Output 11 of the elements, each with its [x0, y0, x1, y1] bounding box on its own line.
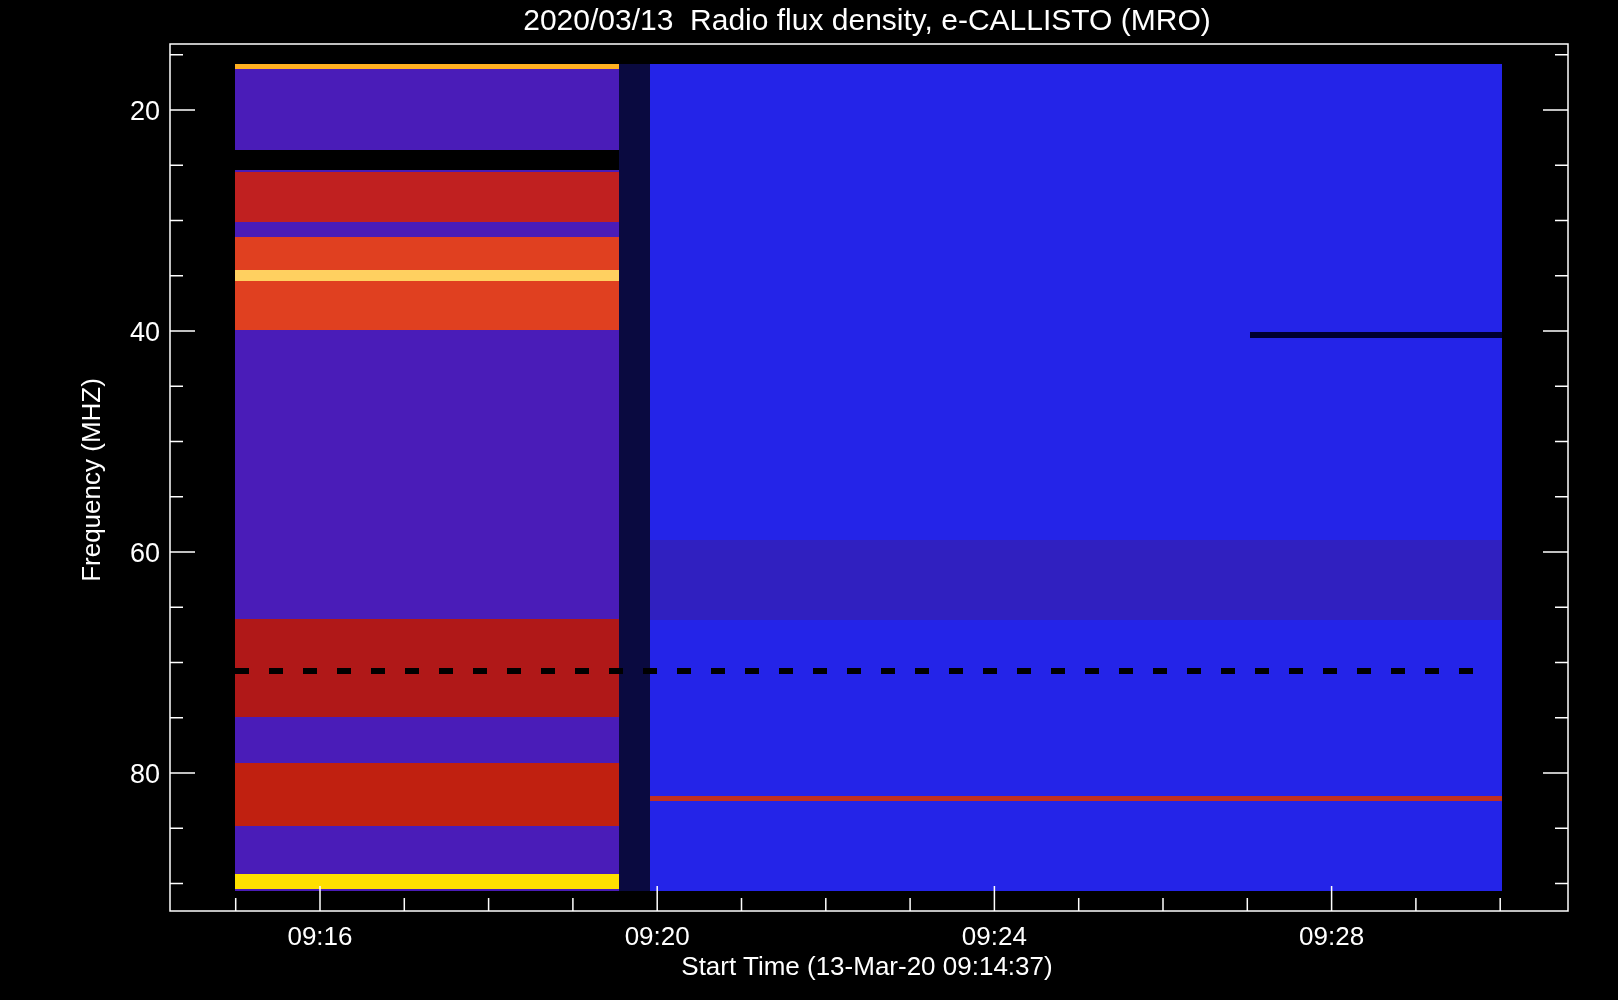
x-tick-label: 09:16 — [287, 921, 353, 951]
y-axis-label: Frequency (MHZ) — [76, 378, 106, 582]
y-tick-label: 20 — [129, 96, 160, 126]
x-tick-label: 09:20 — [624, 921, 690, 951]
y-tick-label: 80 — [129, 759, 160, 789]
y-tick-label: 60 — [129, 538, 160, 568]
x-tick-label: 09:24 — [961, 921, 1027, 951]
x-tick-label: 09:28 — [1299, 921, 1365, 951]
x-axis-label: Start Time (13-Mar-20 09:14:37) — [681, 951, 1053, 981]
chart-title: 2020/03/13 Radio flux density, e-CALLISTO (MRO) — [523, 3, 1211, 36]
y-tick-label: 40 — [129, 317, 160, 347]
